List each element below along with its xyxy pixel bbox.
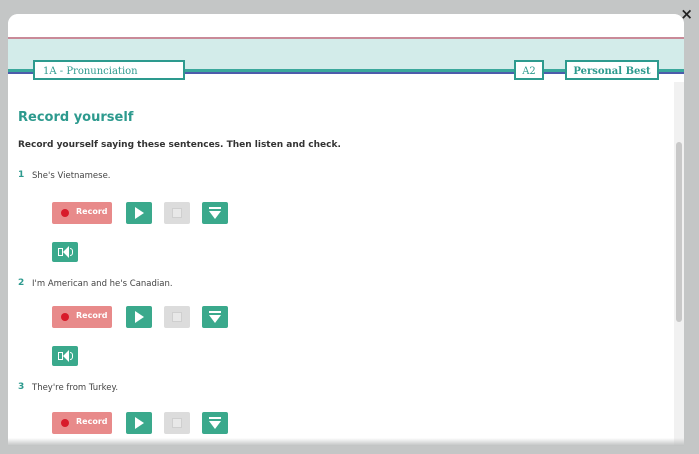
- bottom-fade: [8, 438, 684, 446]
- record-dot-icon: [61, 419, 69, 427]
- unit-tag: 1A - Pronunciation: [33, 60, 185, 80]
- record-dot-icon: [61, 209, 69, 217]
- play-icon: [135, 207, 144, 219]
- play-icon: [135, 311, 144, 323]
- item-sentence: They're from Turkey.: [32, 383, 119, 393]
- download-icon: [209, 421, 221, 429]
- play-button[interactable]: [126, 412, 152, 434]
- stop-icon: [172, 312, 182, 322]
- play-icon: [135, 417, 144, 429]
- audio-button[interactable]: [52, 346, 78, 366]
- item-number: 2: [18, 278, 25, 288]
- record-button[interactable]: Record: [52, 202, 112, 224]
- stop-button[interactable]: [164, 202, 190, 224]
- download-button[interactable]: [202, 202, 228, 224]
- play-button[interactable]: [126, 202, 152, 224]
- download-icon: [209, 211, 221, 219]
- record-button[interactable]: Record: [52, 306, 112, 328]
- scrollbar-thumb[interactable]: [676, 142, 682, 322]
- item-number: 1: [18, 170, 25, 180]
- download-icon: [209, 315, 221, 323]
- download-bar: [209, 207, 221, 209]
- item-sentence: She's Vietnamese.: [32, 171, 111, 181]
- level-tag: A2: [514, 60, 544, 80]
- brand-tag: Personal Best: [565, 60, 659, 80]
- stop-icon: [172, 208, 182, 218]
- speaker-wave: [70, 352, 73, 360]
- stop-button[interactable]: [164, 412, 190, 434]
- section-instruction: Record yourself saying these sentences. …: [18, 140, 341, 150]
- download-bar: [209, 417, 221, 419]
- vertical-scrollbar[interactable]: [674, 82, 684, 446]
- speaker-wave: [70, 248, 73, 256]
- speaker-cone: [63, 350, 69, 362]
- section-title: Record yourself: [18, 110, 134, 125]
- download-button[interactable]: [202, 306, 228, 328]
- play-button[interactable]: [126, 306, 152, 328]
- stop-icon: [172, 418, 182, 428]
- item-number: 3: [18, 382, 25, 392]
- item-sentence: I'm American and he's Canadian.: [32, 279, 173, 289]
- record-button[interactable]: Record: [52, 412, 112, 434]
- record-label: Record: [76, 417, 108, 426]
- download-button[interactable]: [202, 412, 228, 434]
- record-dot-icon: [61, 313, 69, 321]
- stop-button[interactable]: [164, 306, 190, 328]
- audio-button[interactable]: [52, 242, 78, 262]
- record-label: Record: [76, 207, 108, 216]
- pronunciation-dialog: 1A - Pronunciation A2 Personal Best Reco…: [8, 14, 684, 446]
- download-bar: [209, 311, 221, 313]
- record-label: Record: [76, 311, 108, 320]
- speaker-cone: [63, 246, 69, 258]
